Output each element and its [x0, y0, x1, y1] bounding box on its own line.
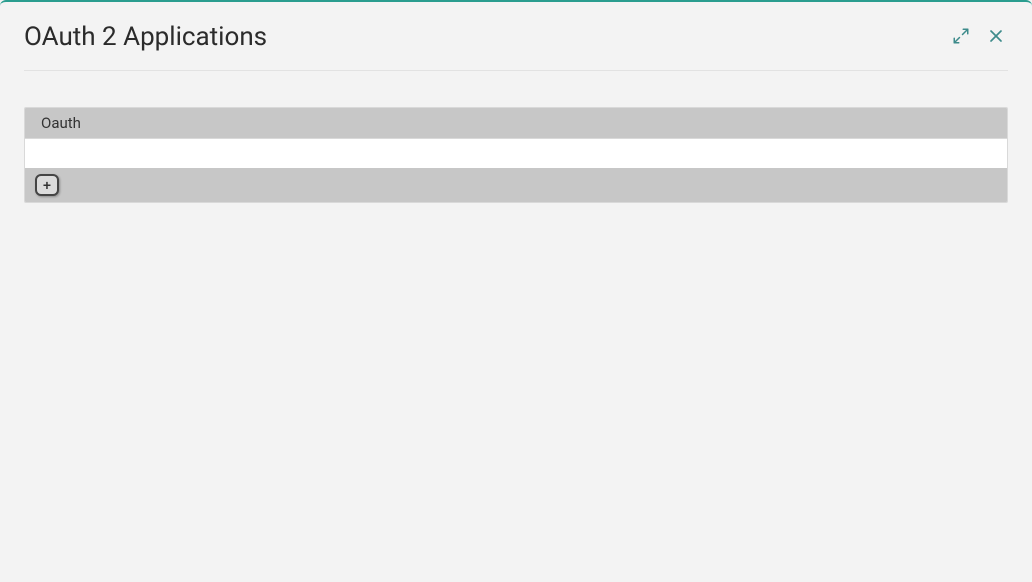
oauth-table: Oauth +: [24, 107, 1008, 203]
close-icon: [986, 26, 1006, 49]
expand-icon: [952, 27, 970, 48]
table-column-header: Oauth: [25, 108, 1007, 138]
add-oauth-button[interactable]: +: [35, 174, 59, 196]
modal-content: Oauth +: [0, 71, 1032, 227]
modal-title: OAuth 2 Applications: [24, 22, 267, 52]
modal-actions: [950, 24, 1008, 51]
table-body-empty: [25, 138, 1007, 168]
close-button[interactable]: [984, 24, 1008, 51]
expand-button[interactable]: [950, 25, 972, 50]
oauth-applications-modal: OAuth 2 Applications: [0, 0, 1032, 582]
table-footer: +: [25, 168, 1007, 202]
modal-header: OAuth 2 Applications: [24, 2, 1008, 71]
